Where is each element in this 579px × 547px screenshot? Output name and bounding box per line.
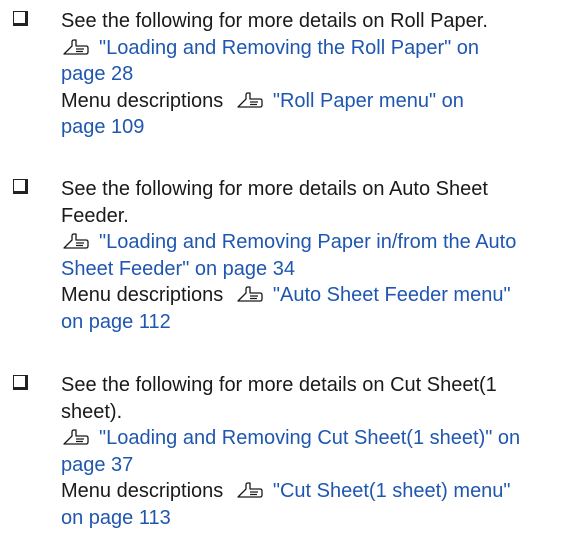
- reference-link-continued[interactable]: page 28: [61, 61, 573, 88]
- menu-link-continued[interactable]: on page 113: [61, 505, 573, 532]
- menu-link-continued[interactable]: page 109: [61, 114, 573, 141]
- menu-link-continued[interactable]: on page 112: [61, 309, 573, 336]
- pointing-hand-reference-icon: [63, 429, 89, 445]
- pointing-hand-reference-icon: [237, 286, 263, 303]
- menu-link[interactable]: "Cut Sheet(1 sheet) menu": [273, 480, 511, 502]
- pointing-hand-reference-icon: [63, 233, 89, 249]
- reference-link-continued[interactable]: Sheet Feeder" on page 34: [61, 256, 573, 283]
- bullet-body: See the following for more details on Au…: [61, 176, 573, 336]
- menu-description-line: Menu descriptions "Auto Sheet Feeder men…: [61, 282, 573, 309]
- pointing-hand-reference-icon: [63, 38, 89, 55]
- bullet-body: See the following for more details on Cu…: [61, 372, 573, 532]
- checkbox-bullet-icon: [13, 375, 28, 390]
- intro-text: See the following for more details on Ro…: [61, 10, 488, 32]
- intro-text: See the following for more details on Cu…: [61, 374, 497, 423]
- menu-link[interactable]: "Roll Paper menu" on: [273, 90, 464, 112]
- intro-text: See the following for more details on Au…: [61, 178, 488, 227]
- menu-description-line: Menu descriptions "Cut Sheet(1 sheet) me…: [61, 478, 573, 505]
- menu-descriptions-label: Menu descriptions: [61, 480, 224, 503]
- reference-link-continued[interactable]: page 37: [61, 452, 573, 479]
- menu-descriptions-label: Menu descriptions: [61, 284, 224, 307]
- pointing-hand-reference-icon: [237, 482, 263, 499]
- checkbox-bullet-icon: [13, 11, 28, 26]
- bullet-body: See the following for more details on Ro…: [61, 8, 573, 141]
- reference-link[interactable]: "Loading and Removing Paper in/from the …: [61, 229, 573, 256]
- pointing-hand-reference-icon: [237, 92, 263, 108]
- checkbox-bullet-icon: [13, 179, 28, 194]
- reference-link[interactable]: "Loading and Removing the Roll Paper" on: [61, 35, 573, 62]
- manual-page: See the following for more details on Ro…: [0, 0, 579, 547]
- menu-description-line: Menu descriptions "Roll Paper menu" on: [61, 88, 573, 115]
- menu-descriptions-label: Menu descriptions: [61, 89, 224, 112]
- reference-link[interactable]: "Loading and Removing Cut Sheet(1 sheet)…: [61, 425, 573, 452]
- menu-link[interactable]: "Auto Sheet Feeder menu": [273, 284, 511, 306]
